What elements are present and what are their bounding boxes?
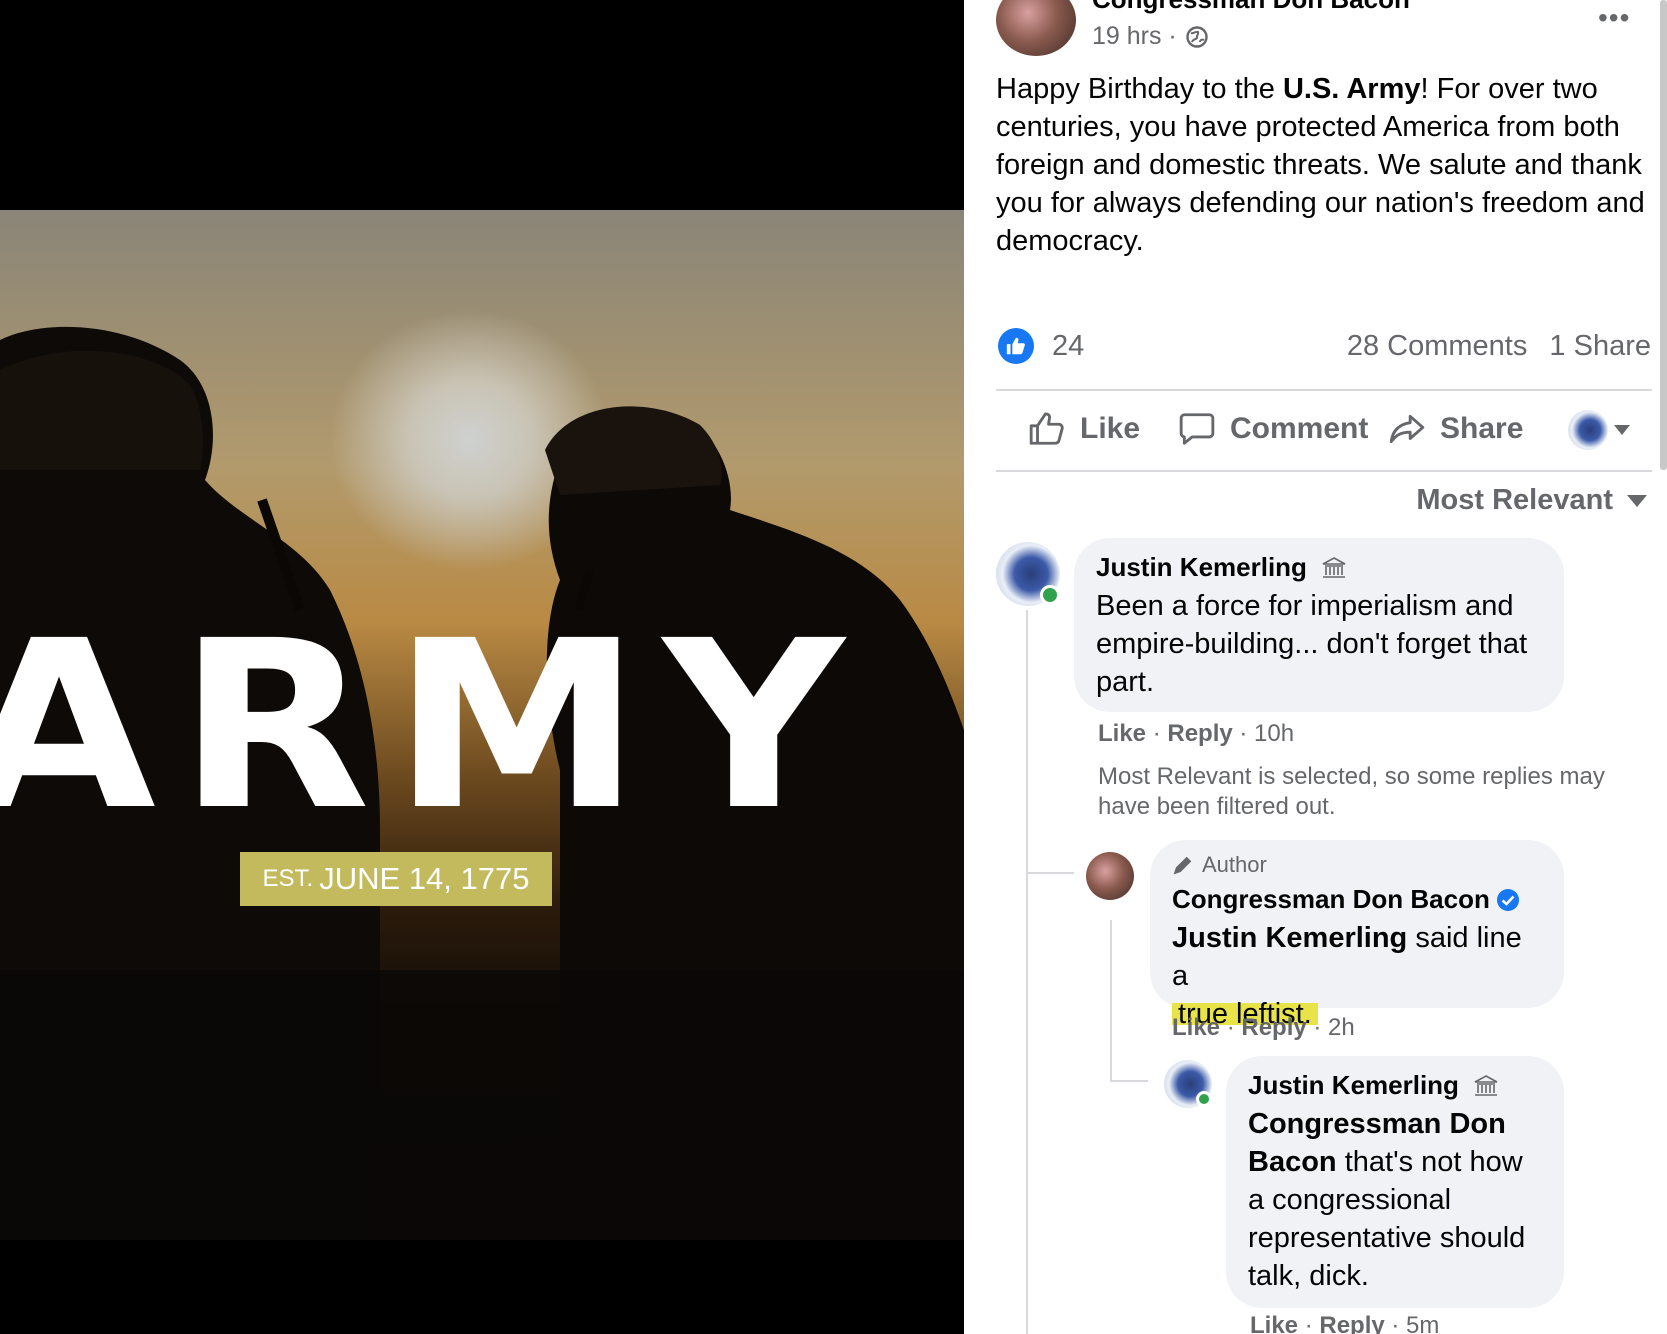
reply-like-link[interactable]: Like	[1250, 1312, 1298, 1334]
like-reaction-icon[interactable]	[998, 328, 1034, 364]
thread-connector	[1026, 872, 1074, 874]
mention[interactable]: Justin Kemerling	[1172, 922, 1407, 954]
post-body: Happy Birthday to the U.S. Army! For ove…	[996, 70, 1656, 260]
comment-author: Justin Kemerling	[1096, 552, 1542, 583]
thread-connector	[1110, 1080, 1148, 1082]
filter-notice: Most Relevant is selected, so some repli…	[1098, 763, 1605, 820]
badge-date: JUNE 14, 1775	[319, 861, 530, 896]
comment-button[interactable]: Comment	[1178, 410, 1368, 448]
scrollbar[interactable]	[1660, 0, 1667, 470]
post-text-bold: U.S. Army	[1282, 73, 1421, 105]
verified-badge-icon	[1496, 888, 1519, 911]
reply-reply-link[interactable]: Reply	[1319, 1312, 1384, 1334]
divider	[996, 470, 1652, 472]
post-photo-area: ARMY EST. JUNE 14, 1775	[0, 0, 964, 1334]
reply-meta: Like · Reply · 5m	[1250, 1312, 1439, 1334]
caret-down-icon	[1627, 494, 1647, 507]
caret-down-icon	[1614, 425, 1630, 435]
reply-meta: Like · Reply · 2h	[1172, 1014, 1355, 1041]
thread-line	[1026, 610, 1028, 1334]
post-timestamp: 19 hrs ·	[1092, 22, 1209, 51]
comment-reply-link[interactable]: Reply	[1167, 720, 1232, 747]
comment-author-name[interactable]: Justin Kemerling	[1096, 552, 1307, 583]
reply-time[interactable]: 2h	[1328, 1014, 1355, 1041]
post-side-panel: Congressman Don Bacon 19 hrs · ••• Happy…	[964, 0, 1667, 1334]
established-date-badge: EST. JUNE 14, 1775	[240, 852, 552, 906]
author-badge: Author	[1172, 852, 1542, 878]
author-avatar[interactable]	[996, 0, 1076, 56]
comment-sort-dropdown[interactable]: Most Relevant	[1416, 484, 1647, 517]
share-label: Share	[1440, 412, 1524, 445]
divider	[996, 389, 1652, 391]
like-label: Like	[1080, 412, 1141, 445]
reply-reply-link[interactable]: Reply	[1241, 1014, 1306, 1041]
government-badge-icon	[1322, 556, 1346, 578]
reply-text: Congressman Don Bacon that's not how a c…	[1248, 1105, 1542, 1295]
reply-author: Justin Kemerling	[1248, 1070, 1542, 1101]
comment-like-link[interactable]: Like	[1098, 720, 1146, 747]
reply-like-link[interactable]: Like	[1172, 1014, 1220, 1041]
reply-time[interactable]: 5m	[1406, 1312, 1439, 1334]
post-time-text[interactable]: 19 hrs ·	[1092, 22, 1177, 51]
sort-label: Most Relevant	[1416, 484, 1613, 516]
online-status-dot	[1040, 585, 1060, 605]
reply-author-avatar[interactable]	[1086, 852, 1134, 900]
reply-author-name[interactable]: Congressman Don Bacon	[1172, 884, 1490, 915]
reply-author-name[interactable]: Justin Kemerling	[1248, 1070, 1459, 1101]
post-author-name[interactable]: Congressman Don Bacon	[1092, 0, 1410, 15]
reply-author: Congressman Don Bacon	[1172, 884, 1542, 915]
comment-bubble-icon	[1179, 413, 1215, 445]
comment-bubble: Justin Kemerling Been a force for imperi…	[1074, 538, 1564, 712]
thumbs-up-icon	[1029, 412, 1064, 445]
engagement-stats: 28 Comments 1 Share	[1333, 330, 1651, 363]
comment-text: Been a force for imperialism and empire-…	[1096, 590, 1528, 698]
army-headline: ARMY	[0, 591, 867, 861]
post-text-part: Happy Birthday to the	[996, 73, 1283, 105]
more-options-icon[interactable]: •••	[1598, 2, 1630, 34]
online-status-dot	[1196, 1091, 1212, 1107]
reply-bubble: Justin Kemerling Congressman Don Bacon t…	[1226, 1056, 1564, 1308]
shares-count[interactable]: 1 Share	[1549, 330, 1651, 362]
reply-bubble: Author Congressman Don Bacon Justin Keme…	[1150, 840, 1564, 1030]
globe-icon	[1186, 25, 1208, 48]
comments-count[interactable]: 28 Comments	[1347, 330, 1528, 362]
profile-switcher[interactable]	[1568, 410, 1630, 450]
comment-time[interactable]: 10h	[1254, 720, 1294, 747]
comment-label: Comment	[1230, 412, 1369, 445]
army-birthday-image[interactable]: ARMY EST. JUNE 14, 1775	[0, 210, 964, 1240]
pencil-icon	[1173, 856, 1192, 875]
badge-prefix: EST.	[262, 865, 314, 892]
author-badge-label: Author	[1202, 852, 1267, 877]
like-button[interactable]: Like	[1028, 410, 1140, 448]
thread-line	[1110, 920, 1112, 1080]
comment-meta: Like · Reply · 10h	[1098, 720, 1295, 747]
share-button[interactable]: Share	[1388, 410, 1523, 448]
like-count[interactable]: 24	[1052, 330, 1084, 363]
government-badge-icon	[1474, 1074, 1498, 1096]
current-user-avatar	[1568, 410, 1608, 450]
share-arrow-icon	[1389, 414, 1425, 444]
